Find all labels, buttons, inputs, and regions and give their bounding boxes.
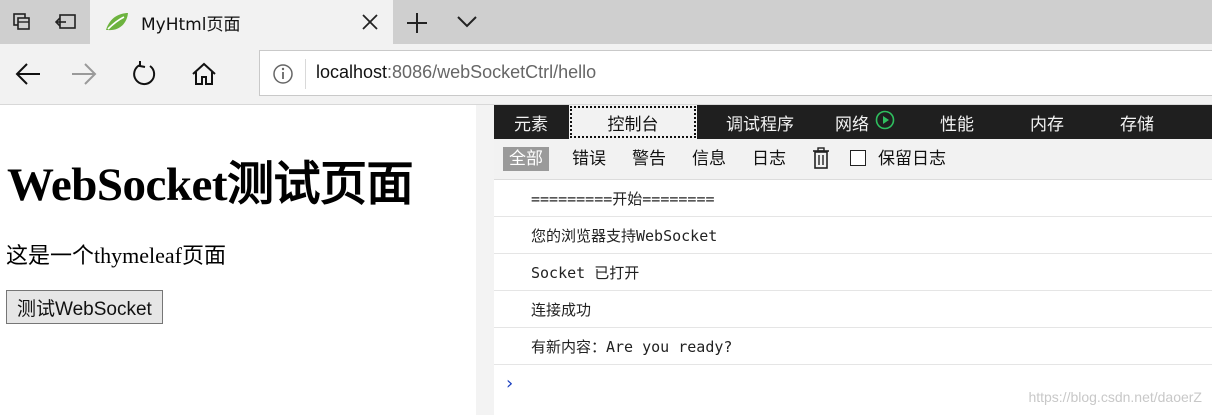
play-icon bbox=[875, 110, 895, 135]
filter-all[interactable]: 全部 bbox=[503, 147, 549, 171]
home-icon[interactable] bbox=[176, 44, 232, 104]
console-line: 有新内容：Are you ready? bbox=[494, 328, 1212, 365]
refresh-icon[interactable] bbox=[116, 44, 172, 104]
filter-info[interactable]: 信息 bbox=[692, 147, 726, 171]
tab-memory[interactable]: 内存 bbox=[1006, 105, 1088, 139]
filter-errors[interactable]: 错误 bbox=[572, 147, 606, 171]
devtools-tab-bar: 元素 控制台 调试程序 网络 性能 内存 存储 bbox=[494, 105, 1212, 139]
tab-actions-icon[interactable] bbox=[0, 0, 44, 44]
browser-toolbar: localhost:8086/webSocketCtrl/hello bbox=[0, 44, 1212, 105]
back-arrow-icon[interactable] bbox=[0, 44, 56, 104]
clear-console-icon[interactable] bbox=[812, 147, 830, 173]
info-icon[interactable] bbox=[272, 63, 294, 89]
tab-console[interactable]: 控制台 bbox=[569, 105, 697, 139]
console-line: 连接成功 bbox=[494, 291, 1212, 328]
address-separator bbox=[305, 59, 306, 89]
tab-network[interactable]: 网络 bbox=[824, 105, 906, 139]
page-paragraph: 这是一个thymeleaf页面 bbox=[6, 243, 226, 268]
devtools-splitter[interactable] bbox=[476, 105, 494, 415]
console-output: =========开始======== 您的浏览器支持WebSocket Soc… bbox=[494, 180, 1212, 365]
keep-log-checkbox[interactable] bbox=[850, 150, 866, 166]
test-websocket-button[interactable]: 测试WebSocket bbox=[6, 290, 163, 324]
page-heading: WebSocket测试页面 bbox=[7, 159, 414, 211]
browser-tab-strip: MyHtml页面 bbox=[0, 0, 1212, 44]
tab-elements[interactable]: 元素 bbox=[494, 105, 568, 139]
console-filter-bar: 全部 错误 警告 信息 日志 保留日志 bbox=[494, 139, 1212, 180]
filter-logs[interactable]: 日志 bbox=[752, 147, 786, 171]
url-path: :8086/webSocketCtrl/hello bbox=[387, 62, 597, 82]
tab-title: MyHtml页面 bbox=[141, 15, 241, 35]
address-url: localhost:8086/webSocketCtrl/hello bbox=[316, 62, 596, 83]
tab-network-label: 网络 bbox=[835, 114, 869, 135]
browser-tab-active[interactable]: MyHtml页面 bbox=[90, 0, 393, 44]
devtools-panel: 元素 控制台 调试程序 网络 性能 内存 存储 全部 错误 警告 信息 日志 保… bbox=[494, 105, 1212, 415]
address-bar[interactable]: localhost:8086/webSocketCtrl/hello bbox=[259, 50, 1212, 96]
url-host: localhost bbox=[316, 62, 388, 82]
close-tab-icon[interactable] bbox=[361, 13, 379, 35]
filter-warnings[interactable]: 警告 bbox=[632, 147, 666, 171]
tab-performance[interactable]: 性能 bbox=[916, 105, 998, 139]
set-tabs-aside-icon[interactable] bbox=[44, 0, 88, 44]
console-line: Socket 已打开 bbox=[494, 254, 1212, 291]
web-page: WebSocket测试页面 这是一个thymeleaf页面 测试WebSocke… bbox=[0, 105, 476, 415]
watermark: https://blog.csdn.net/daoerZ bbox=[1028, 389, 1202, 405]
chevron-down-icon[interactable] bbox=[456, 14, 478, 33]
keep-log-label: 保留日志 bbox=[878, 149, 946, 169]
new-tab-icon[interactable] bbox=[405, 11, 429, 39]
forward-arrow-icon[interactable] bbox=[56, 44, 112, 104]
console-line: =========开始======== bbox=[494, 180, 1212, 217]
spring-leaf-icon bbox=[104, 11, 130, 37]
console-prompt[interactable]: › bbox=[506, 373, 513, 394]
tab-storage[interactable]: 存储 bbox=[1096, 105, 1178, 139]
console-line: 您的浏览器支持WebSocket bbox=[494, 217, 1212, 254]
tab-debugger[interactable]: 调试程序 bbox=[706, 105, 814, 139]
